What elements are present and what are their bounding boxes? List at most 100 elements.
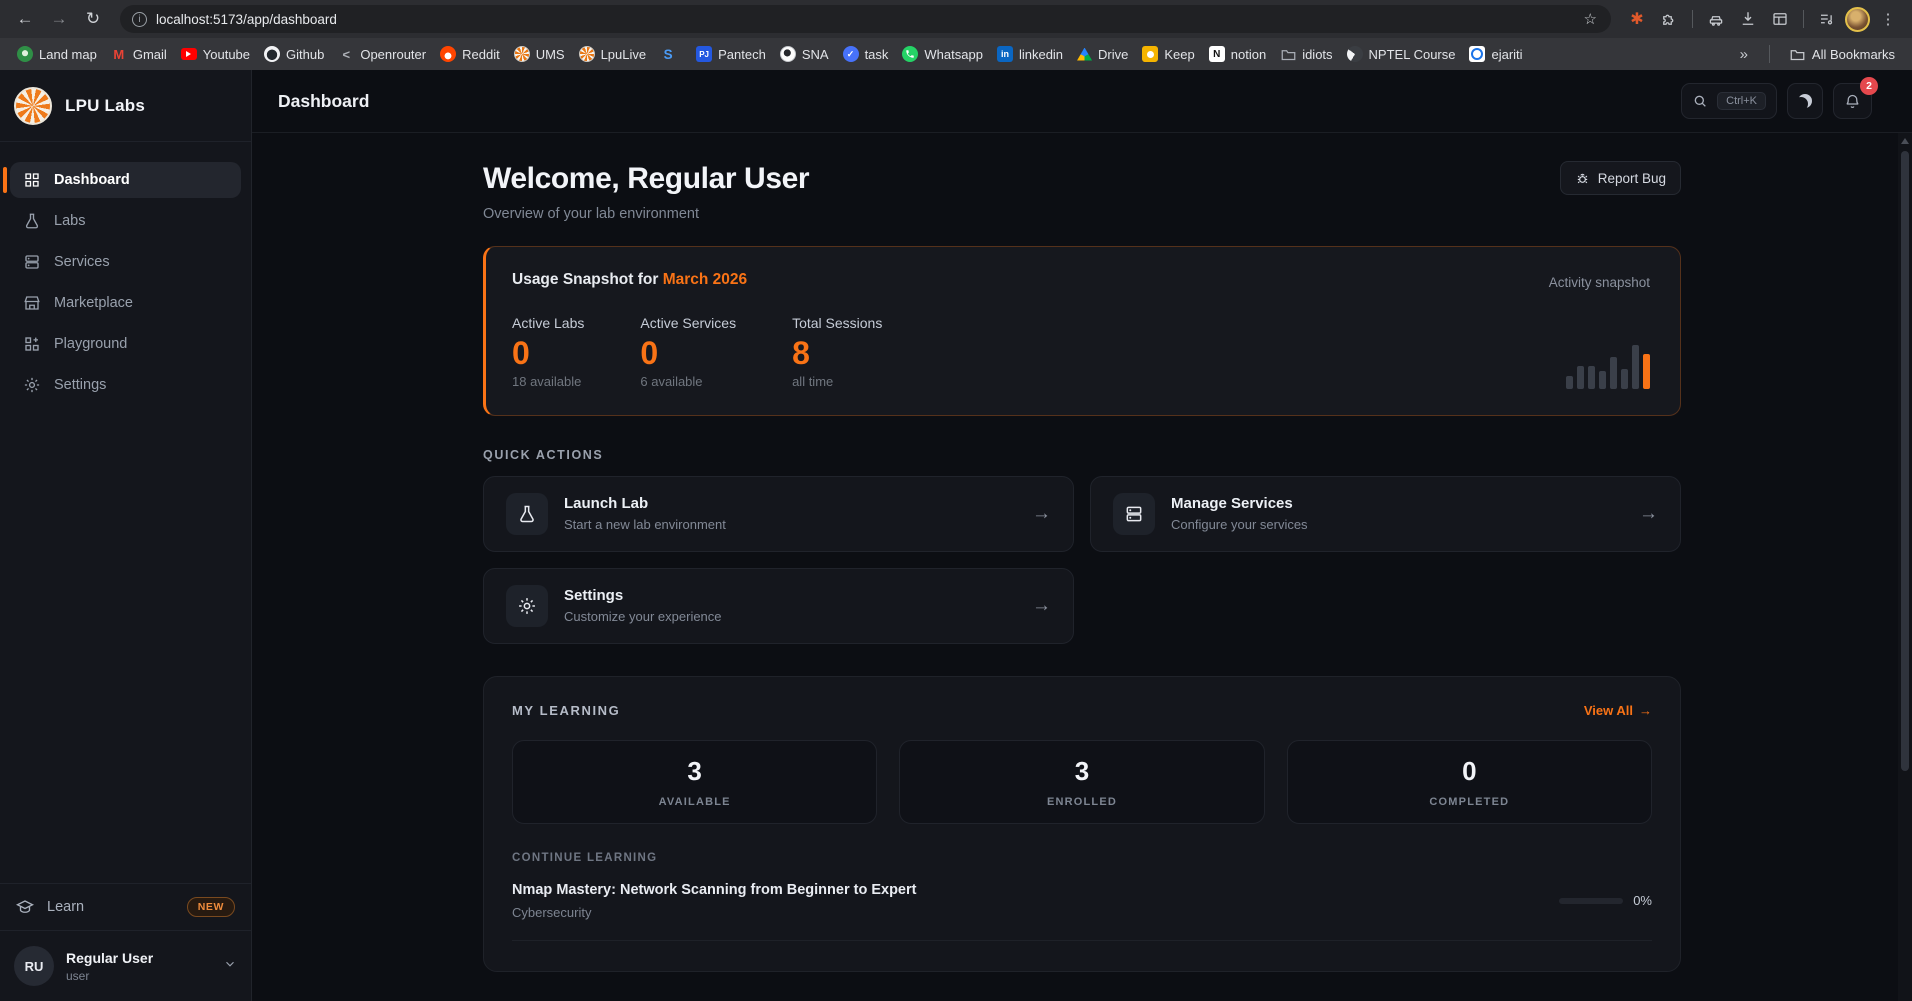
bookmark-sna[interactable]: SNA xyxy=(773,43,836,65)
bookmark-ejariti[interactable]: ejariti xyxy=(1462,43,1529,65)
browser-toolbar: ← → ↻ i localhost:5173/app/dashboard ☆ ✱… xyxy=(0,0,1912,38)
scrollbar-thumb[interactable] xyxy=(1901,151,1909,771)
sidebar-item-services[interactable]: Services xyxy=(10,244,241,280)
bookmark-drive[interactable]: Drive xyxy=(1070,44,1135,65)
car-extension-icon[interactable] xyxy=(1702,5,1730,33)
quick-action-launch-lab[interactable]: Launch Lab Start a new lab environment → xyxy=(483,476,1074,552)
reload-button[interactable]: ↻ xyxy=(78,4,108,34)
app-header: Dashboard Ctrl+K 2 xyxy=(252,70,1912,133)
search-icon xyxy=(1692,93,1708,109)
main-scrollbar[interactable] xyxy=(1898,133,1912,1001)
user-role: user xyxy=(66,969,153,983)
bookmark-reddit[interactable]: Reddit xyxy=(433,43,507,65)
view-all-link[interactable]: View All→ xyxy=(1584,703,1652,718)
bookmark-landmap[interactable]: Land map xyxy=(10,43,104,65)
usage-month: March 2026 xyxy=(663,271,747,288)
toolbar-divider xyxy=(1692,10,1693,28)
quick-action-settings[interactable]: Settings Customize your experience → xyxy=(483,568,1074,644)
my-learning-heading: MY LEARNING xyxy=(512,703,620,718)
sidebar-item-playground[interactable]: Playground xyxy=(10,326,241,362)
downloads-icon[interactable] xyxy=(1734,5,1762,33)
notifications-button[interactable]: 2 xyxy=(1833,83,1872,119)
report-bug-button[interactable]: Report Bug xyxy=(1560,161,1681,195)
sidebar-item-settings[interactable]: Settings xyxy=(10,367,241,403)
notion-favicon xyxy=(1209,46,1225,62)
search-button[interactable]: Ctrl+K xyxy=(1681,83,1777,119)
brand-row: LPU Labs xyxy=(0,70,251,142)
activity-bars xyxy=(1566,345,1650,389)
bookmark-gmail[interactable]: Gmail xyxy=(104,43,174,65)
drive-favicon xyxy=(1077,48,1092,61)
theme-toggle-button[interactable] xyxy=(1787,83,1823,119)
address-bar[interactable]: i localhost:5173/app/dashboard ☆ xyxy=(120,5,1611,33)
lpulive-favicon xyxy=(579,46,595,62)
chevron-down-icon xyxy=(223,957,237,976)
bookmark-linkedin[interactable]: linkedin xyxy=(990,43,1070,65)
course-row[interactable]: Nmap Mastery: Network Scanning from Begi… xyxy=(512,882,1652,941)
user-menu[interactable]: RU Regular User user xyxy=(0,930,251,1001)
sidebar: LPU Labs Dashboard Labs Services Marketp… xyxy=(0,70,252,1001)
extensions-puzzle-icon[interactable] xyxy=(1655,5,1683,33)
sidebar-item-learn[interactable]: Learn NEW xyxy=(0,883,251,930)
sidebar-item-labs[interactable]: Labs xyxy=(10,203,241,239)
learning-stat-available: 3 AVAILABLE xyxy=(512,740,877,824)
ejariti-favicon xyxy=(1469,46,1485,62)
bookmark-keep[interactable]: Keep xyxy=(1135,43,1201,65)
whatsapp-favicon xyxy=(902,46,918,62)
brand-name: LPU Labs xyxy=(65,96,145,116)
sidebar-item-dashboard[interactable]: Dashboard xyxy=(10,162,241,198)
nptel-favicon xyxy=(1347,46,1363,62)
user-avatar: RU xyxy=(14,946,54,986)
bookmark-youtube[interactable]: Youtube xyxy=(174,44,257,65)
moon-icon xyxy=(1798,94,1812,108)
course-title: Nmap Mastery: Network Scanning from Begi… xyxy=(512,882,916,898)
bookmarks-bar: Land map Gmail Youtube Github Openrouter… xyxy=(0,38,1912,70)
graduation-cap-icon xyxy=(16,898,34,916)
arrow-right-icon: → xyxy=(1032,595,1051,617)
browser-profile-avatar[interactable] xyxy=(1845,7,1870,32)
dashboard-content: Welcome, Regular User Overview of your l… xyxy=(252,133,1912,1001)
extension-starburst-icon[interactable]: ✱ xyxy=(1623,5,1651,33)
user-name: Regular User xyxy=(66,950,153,966)
bookmark-star-icon[interactable]: ☆ xyxy=(1576,10,1605,28)
arrow-right-icon: → xyxy=(1639,503,1658,525)
bookmarks-overflow-chevron[interactable]: » xyxy=(1732,46,1756,63)
learning-stat-completed: 0 COMPLETED xyxy=(1287,740,1652,824)
bookmark-lpulive[interactable]: LpuLive xyxy=(572,43,654,65)
scrollbar-up-arrow[interactable] xyxy=(1901,138,1909,144)
bookmark-s[interactable] xyxy=(653,43,689,65)
bookmark-nptel[interactable]: NPTEL Course xyxy=(1340,43,1463,65)
sidebar-item-marketplace[interactable]: Marketplace xyxy=(10,285,241,321)
flask-icon xyxy=(506,493,548,535)
server-icon xyxy=(23,253,41,271)
bookmark-pantech[interactable]: Pantech xyxy=(689,43,773,65)
stat-active-services: Active Services 0 6 available xyxy=(640,315,736,389)
back-button[interactable]: ← xyxy=(10,4,40,34)
bookmark-github[interactable]: Github xyxy=(257,43,331,65)
reddit-favicon xyxy=(440,46,456,62)
url-text[interactable]: localhost:5173/app/dashboard xyxy=(156,12,337,27)
sna-favicon xyxy=(780,46,796,62)
bookmark-whatsapp[interactable]: Whatsapp xyxy=(895,43,990,65)
media-playlist-icon[interactable] xyxy=(1813,5,1841,33)
forward-button[interactable]: → xyxy=(44,4,74,34)
sidebar-nav: Dashboard Labs Services Marketplace Play… xyxy=(0,142,251,423)
bookmark-ums[interactable]: UMS xyxy=(507,43,572,65)
bug-icon xyxy=(1575,171,1590,186)
browser-menu-icon[interactable]: ⋮ xyxy=(1874,5,1902,33)
quick-action-manage-services[interactable]: Manage Services Configure your services … xyxy=(1090,476,1681,552)
bookmark-openrouter[interactable]: Openrouter xyxy=(331,43,433,65)
bookmark-task[interactable]: task xyxy=(836,43,896,65)
bell-icon xyxy=(1844,93,1861,110)
continue-learning-heading: CONTINUE LEARNING xyxy=(512,852,1652,864)
all-bookmarks-button[interactable]: All Bookmarks xyxy=(1783,43,1902,65)
my-learning-card: MY LEARNING View All→ 3 AVAILABLE 3 ENRO… xyxy=(483,676,1681,972)
activity-snapshot-label: Activity snapshot xyxy=(1549,275,1650,290)
bookmark-notion[interactable]: notion xyxy=(1202,43,1273,65)
lpu-labs-logo xyxy=(14,87,52,125)
site-info-icon[interactable]: i xyxy=(132,12,147,27)
bookmark-idiots-folder[interactable]: idiots xyxy=(1273,43,1339,65)
split-window-icon[interactable] xyxy=(1766,5,1794,33)
page-title: Dashboard xyxy=(278,91,369,112)
folder-icon xyxy=(1280,46,1296,62)
